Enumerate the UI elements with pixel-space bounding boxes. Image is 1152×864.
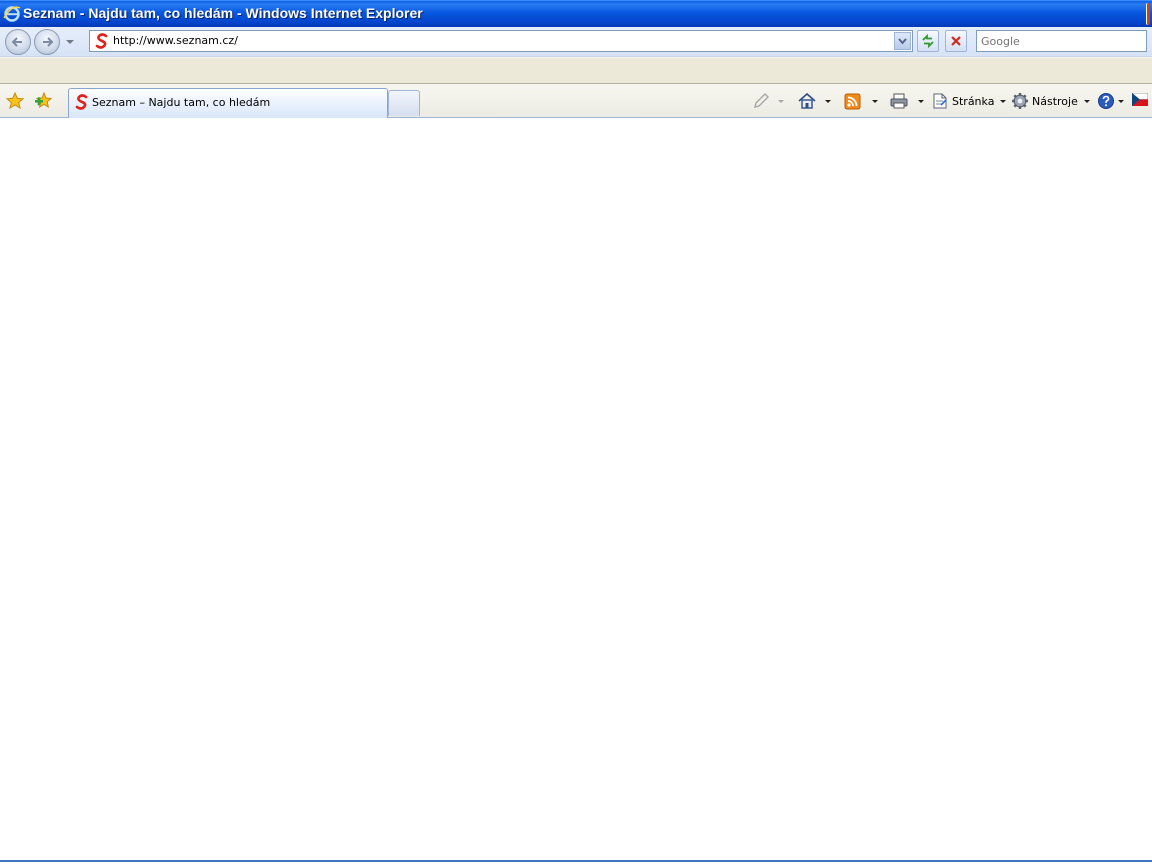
stop-icon (951, 36, 961, 46)
forward-arrow-icon (43, 37, 54, 47)
search-box[interactable] (976, 30, 1147, 52)
favorites-star-icon[interactable] (5, 91, 25, 111)
print-button[interactable] (889, 91, 924, 111)
address-url[interactable]: http://www.seznam.cz/ (113, 34, 238, 47)
home-button[interactable] (797, 91, 831, 111)
tools-menu-label: Nástroje (1032, 94, 1078, 108)
help-icon (1098, 93, 1114, 109)
window-bottom-border (0, 860, 1152, 864)
seznam-favicon-icon (75, 94, 88, 110)
new-tab-button[interactable] (388, 90, 420, 116)
internet-explorer-icon (3, 6, 21, 22)
tools-menu-button[interactable]: Nástroje (1011, 91, 1090, 111)
home-icon (798, 92, 816, 109)
page-icon (933, 93, 947, 109)
search-input[interactable] (977, 31, 1146, 51)
printer-icon (890, 93, 908, 109)
chevron-down-icon (898, 38, 907, 45)
navigation-bar: http://www.seznam.cz/ (0, 27, 1152, 57)
back-arrow-icon (11, 37, 22, 47)
tab-title: Seznam – Najdu tam, co hledám (92, 96, 271, 109)
refresh-button[interactable] (917, 30, 939, 52)
address-bar[interactable]: http://www.seznam.cz/ (89, 30, 913, 52)
close-button-edge[interactable] (1146, 3, 1150, 25)
browser-window: Seznam - Najdu tam, co hledám - Windows … (0, 0, 1152, 864)
write-tool-button[interactable] (752, 91, 784, 111)
page-menu-button[interactable]: Stránka (931, 91, 1007, 111)
chevron-down-icon[interactable] (64, 37, 76, 47)
add-favorite-icon[interactable] (33, 91, 53, 111)
feeds-button[interactable] (844, 91, 878, 111)
rss-icon (844, 93, 861, 110)
forward-button[interactable] (34, 29, 60, 55)
command-bar: Seznam – Najdu tam, co hledám Stránka Ná… (0, 84, 1152, 118)
title-bar: Seznam - Najdu tam, co hledám - Windows … (0, 0, 1152, 27)
page-menu-label: Stránka (952, 94, 995, 108)
window-title: Seznam - Najdu tam, co hledám - Windows … (23, 5, 423, 21)
tab-seznam[interactable]: Seznam – Najdu tam, co hledám (68, 88, 388, 118)
stop-button[interactable] (945, 30, 967, 52)
seznam-favicon-icon (95, 33, 108, 49)
back-button[interactable] (5, 29, 31, 55)
page-content-area[interactable] (0, 118, 1152, 860)
address-dropdown-button[interactable] (894, 32, 911, 50)
czech-flag-icon[interactable] (1132, 93, 1148, 106)
pencil-icon (754, 93, 769, 108)
refresh-icon (922, 33, 934, 49)
toolbar-band (0, 57, 1152, 84)
help-button[interactable] (1097, 91, 1124, 111)
gear-icon (1012, 93, 1028, 109)
